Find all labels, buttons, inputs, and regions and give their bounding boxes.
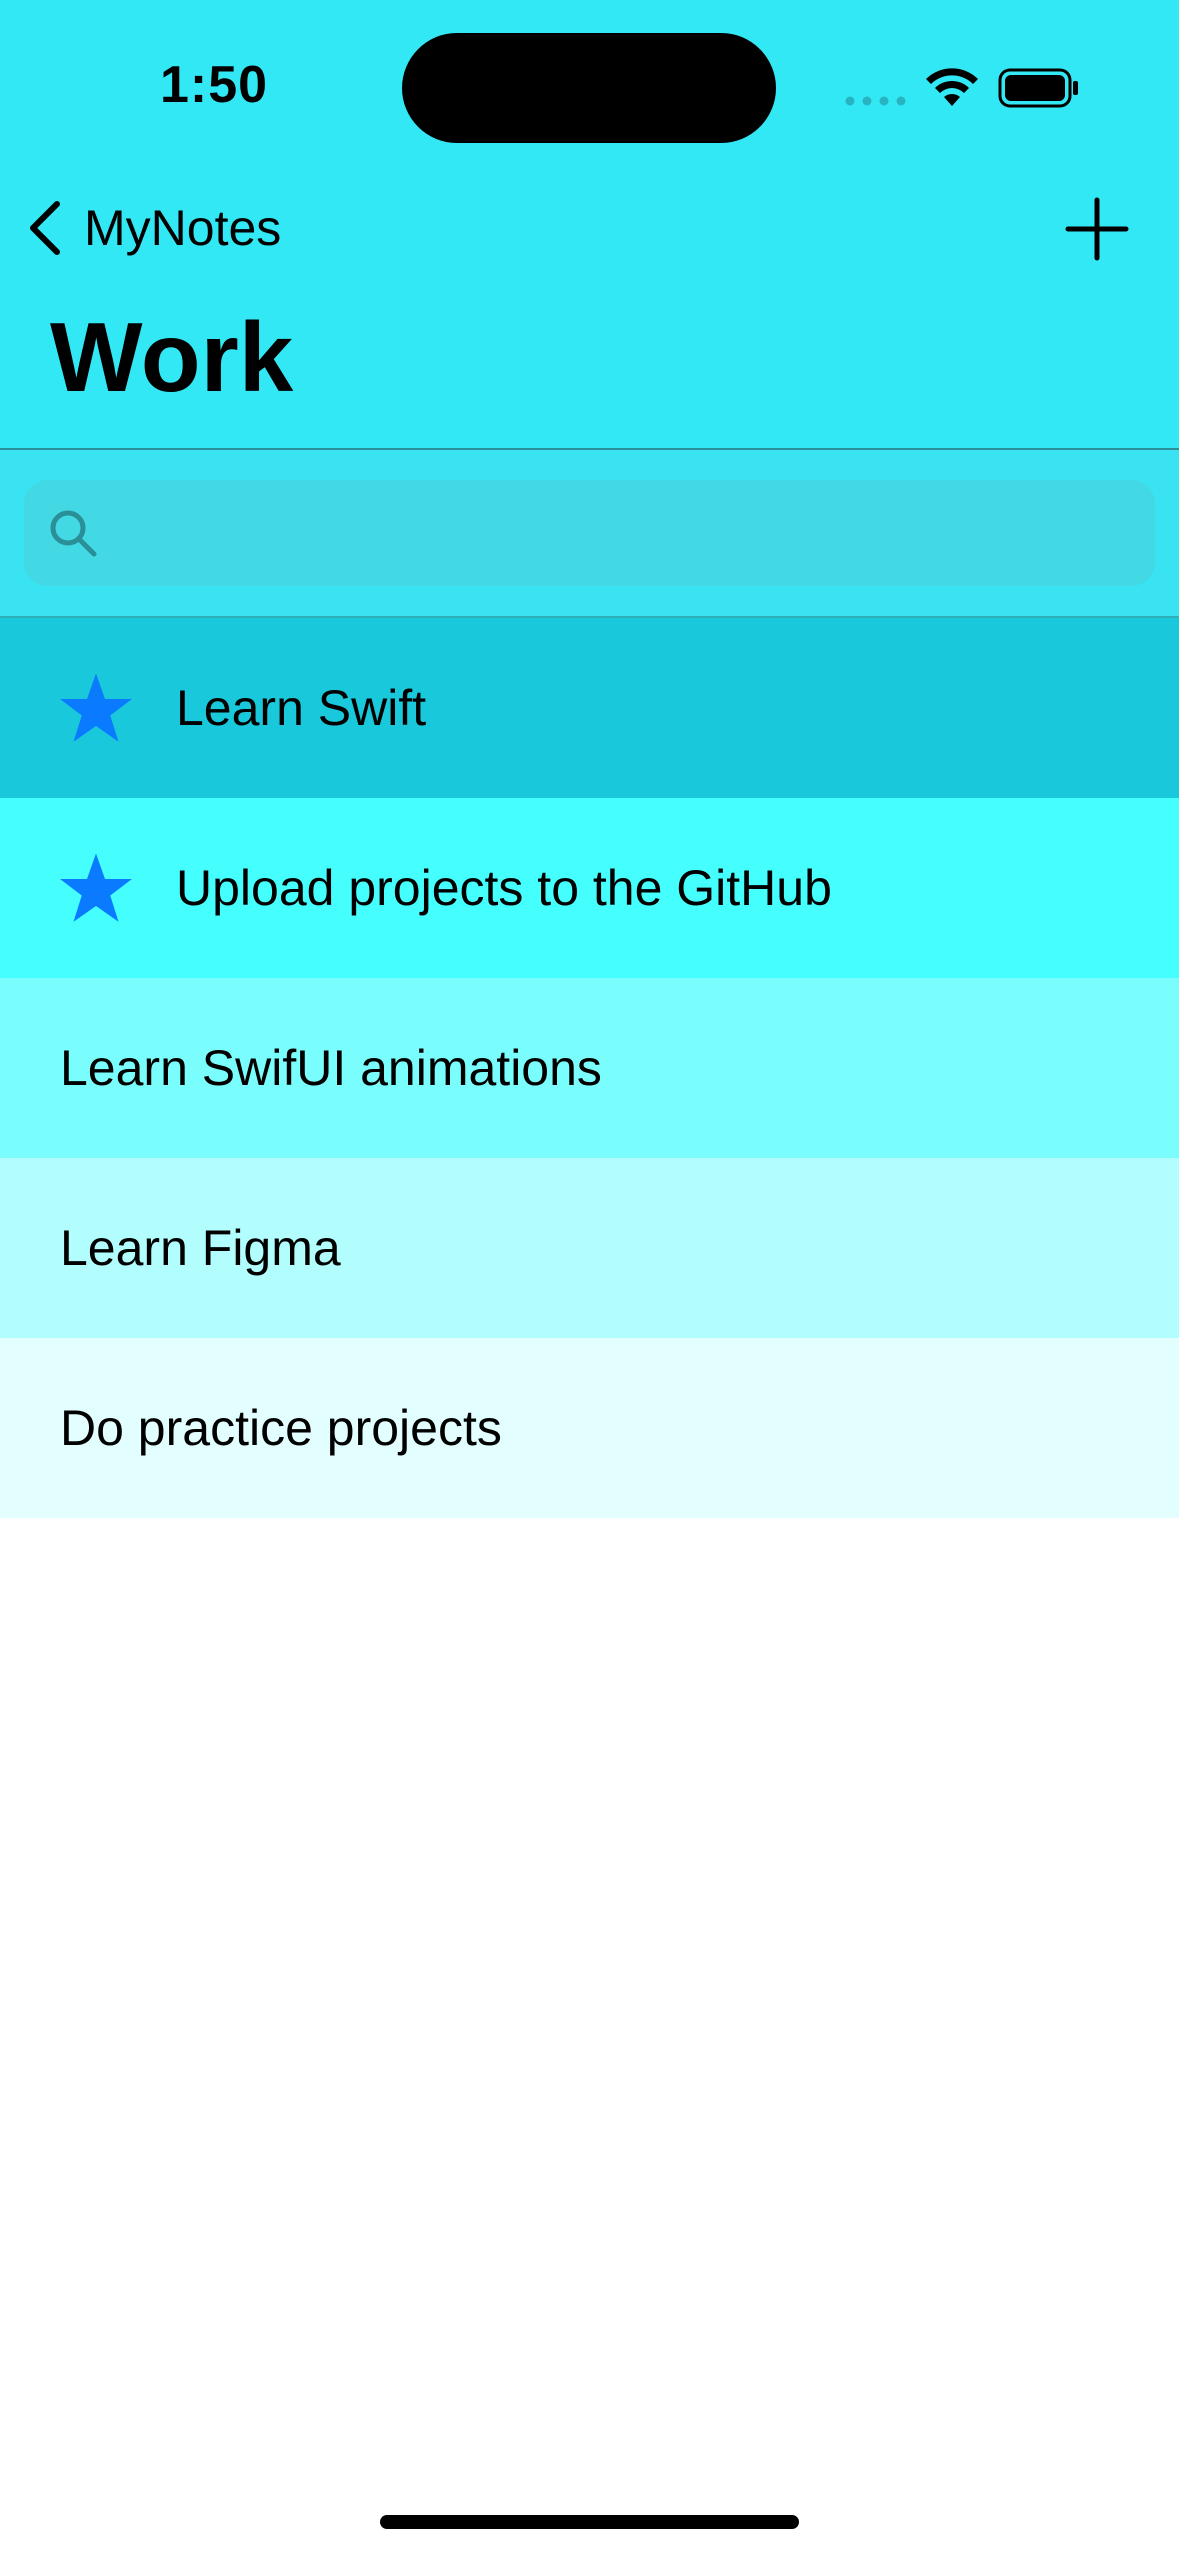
chevron-left-icon [30,201,60,255]
star-icon [60,853,132,922]
search-field[interactable] [24,480,1155,586]
wifi-icon [926,68,978,106]
search-input[interactable] [116,492,1155,574]
battery-icon [998,68,1078,108]
note-row[interactable]: Do practice projects [0,1338,1179,1518]
notes-screen: 1:50 MyNotes Work Learn Swift Upload pro… [0,0,1179,2556]
search-icon [50,510,97,557]
note-title: Learn Swift [176,680,427,736]
note-row[interactable]: Upload projects to the GitHub [0,798,1179,978]
note-title: Do practice projects [60,1400,502,1456]
note-title: Upload projects to the GitHub [176,860,832,916]
back-button[interactable]: MyNotes [24,190,281,266]
note-row[interactable]: Learn SwifUI animations [0,978,1179,1158]
notes-list: Learn Swift Upload projects to the GitHu… [0,618,1179,1518]
cellular-signal-icon [845,96,906,106]
home-indicator[interactable] [380,2515,799,2529]
page-title: Work [50,302,294,412]
dynamic-island [402,33,776,143]
note-title: Learn SwifUI animations [60,1040,602,1096]
status-time: 1:50 [160,56,269,114]
note-title: Learn Figma [60,1220,341,1276]
star-icon [60,673,132,742]
add-note-button[interactable] [1064,196,1130,262]
note-row[interactable]: Learn Swift [0,618,1179,798]
note-row[interactable]: Learn Figma [0,1158,1179,1338]
back-button-label: MyNotes [84,200,282,256]
